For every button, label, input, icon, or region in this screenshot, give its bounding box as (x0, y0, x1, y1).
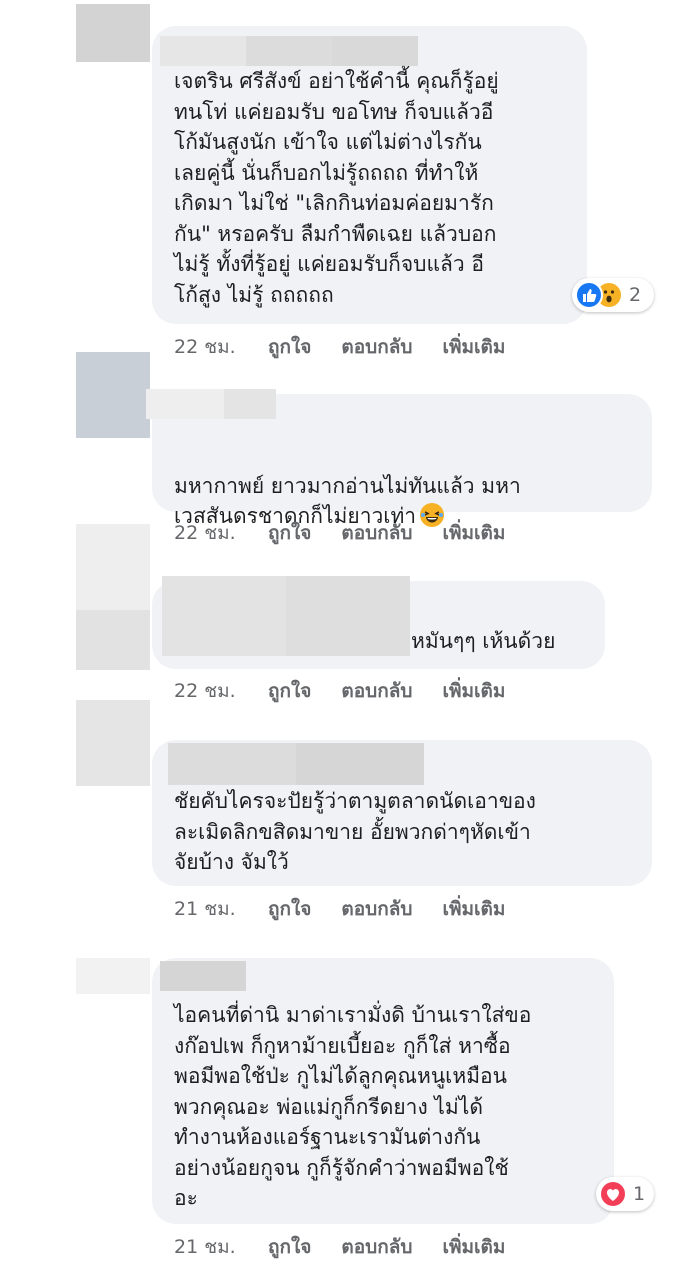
like-button[interactable]: ถูกใจ (268, 518, 311, 548)
thumbs-up-icon (575, 281, 603, 309)
timestamp[interactable]: 21 ชม. (174, 894, 268, 924)
comment-text: เจตริน ศรีสังข์ อย่าใช้คำนี้ คุณก็รู้อยู… (174, 69, 499, 307)
reply-button[interactable]: ตอบกลับ (341, 332, 412, 362)
like-button[interactable]: ถูกใจ (268, 676, 311, 706)
timestamp[interactable]: 21 ชม. (174, 1232, 268, 1262)
more-button[interactable]: เพิ่มเติม (442, 1232, 505, 1262)
more-button[interactable]: เพิ่มเติม (442, 332, 505, 362)
heart-icon (599, 1180, 627, 1208)
like-button[interactable]: ถูกใจ (268, 332, 311, 362)
avatar[interactable] (76, 352, 150, 438)
reaction-summary[interactable]: 1 (596, 1177, 654, 1211)
timestamp[interactable]: 22 ชม. (174, 676, 268, 706)
author-name-and-text-redacted (162, 576, 410, 656)
author-name-redacted[interactable] (146, 389, 276, 419)
more-button[interactable]: เพิ่มเติม (442, 676, 505, 706)
avatar[interactable] (76, 4, 150, 124)
like-button[interactable]: ถูกใจ (268, 1232, 311, 1262)
like-button[interactable]: ถูกใจ (268, 894, 311, 924)
comment-actions: 21 ชม. ถูกใจ ตอบกลับ เพิ่มเติม (174, 1233, 535, 1261)
more-button[interactable]: เพิ่มเติม (442, 894, 505, 924)
more-button[interactable]: เพิ่มเติม (442, 518, 505, 548)
reply-button[interactable]: ตอบกลับ (341, 676, 412, 706)
reply-button[interactable]: ตอบกลับ (341, 894, 412, 924)
comment-text: ชัยคับไครจะปัยรู้ว่าตามูตลาดนัดเอาของ ละ… (174, 789, 536, 874)
author-name-redacted[interactable] (168, 743, 424, 785)
avatar[interactable] (76, 958, 150, 994)
comments-thread: เจตริน ศรีสังข์ อย่าใช้คำนี้ คุณก็รู้อยู… (0, 0, 674, 1279)
comment-text: ไอคนที่ด่านิ มาด่าเรามั่งดิ บ้านเราใส่ขอ… (174, 1003, 532, 1210)
comment-actions: 22 ชม. ถูกใจ ตอบกลับ เพิ่มเติม (174, 519, 535, 547)
timestamp[interactable]: 22 ชม. (174, 518, 268, 548)
reaction-summary[interactable]: 2 (572, 278, 654, 312)
avatar[interactable] (76, 700, 150, 786)
timestamp[interactable]: 22 ชม. (174, 332, 268, 362)
avatar[interactable] (76, 524, 150, 670)
comment-actions: 22 ชม. ถูกใจ ตอบกลับ เพิ่มเติม (174, 333, 535, 361)
reaction-count: 1 (633, 1183, 646, 1205)
reply-button[interactable]: ตอบกลับ (341, 518, 412, 548)
comment-actions: 22 ชม. ถูกใจ ตอบกลับ เพิ่มเติม (174, 677, 535, 705)
reaction-count: 2 (629, 284, 642, 306)
comment-actions: 21 ชม. ถูกใจ ตอบกลับ เพิ่มเติม (174, 895, 535, 923)
reply-button[interactable]: ตอบกลับ (341, 1232, 412, 1262)
comment-text: หมันๆๆ เห้นด้วย (411, 629, 556, 653)
author-name-redacted[interactable] (160, 36, 418, 66)
author-name-redacted[interactable] (160, 961, 246, 991)
